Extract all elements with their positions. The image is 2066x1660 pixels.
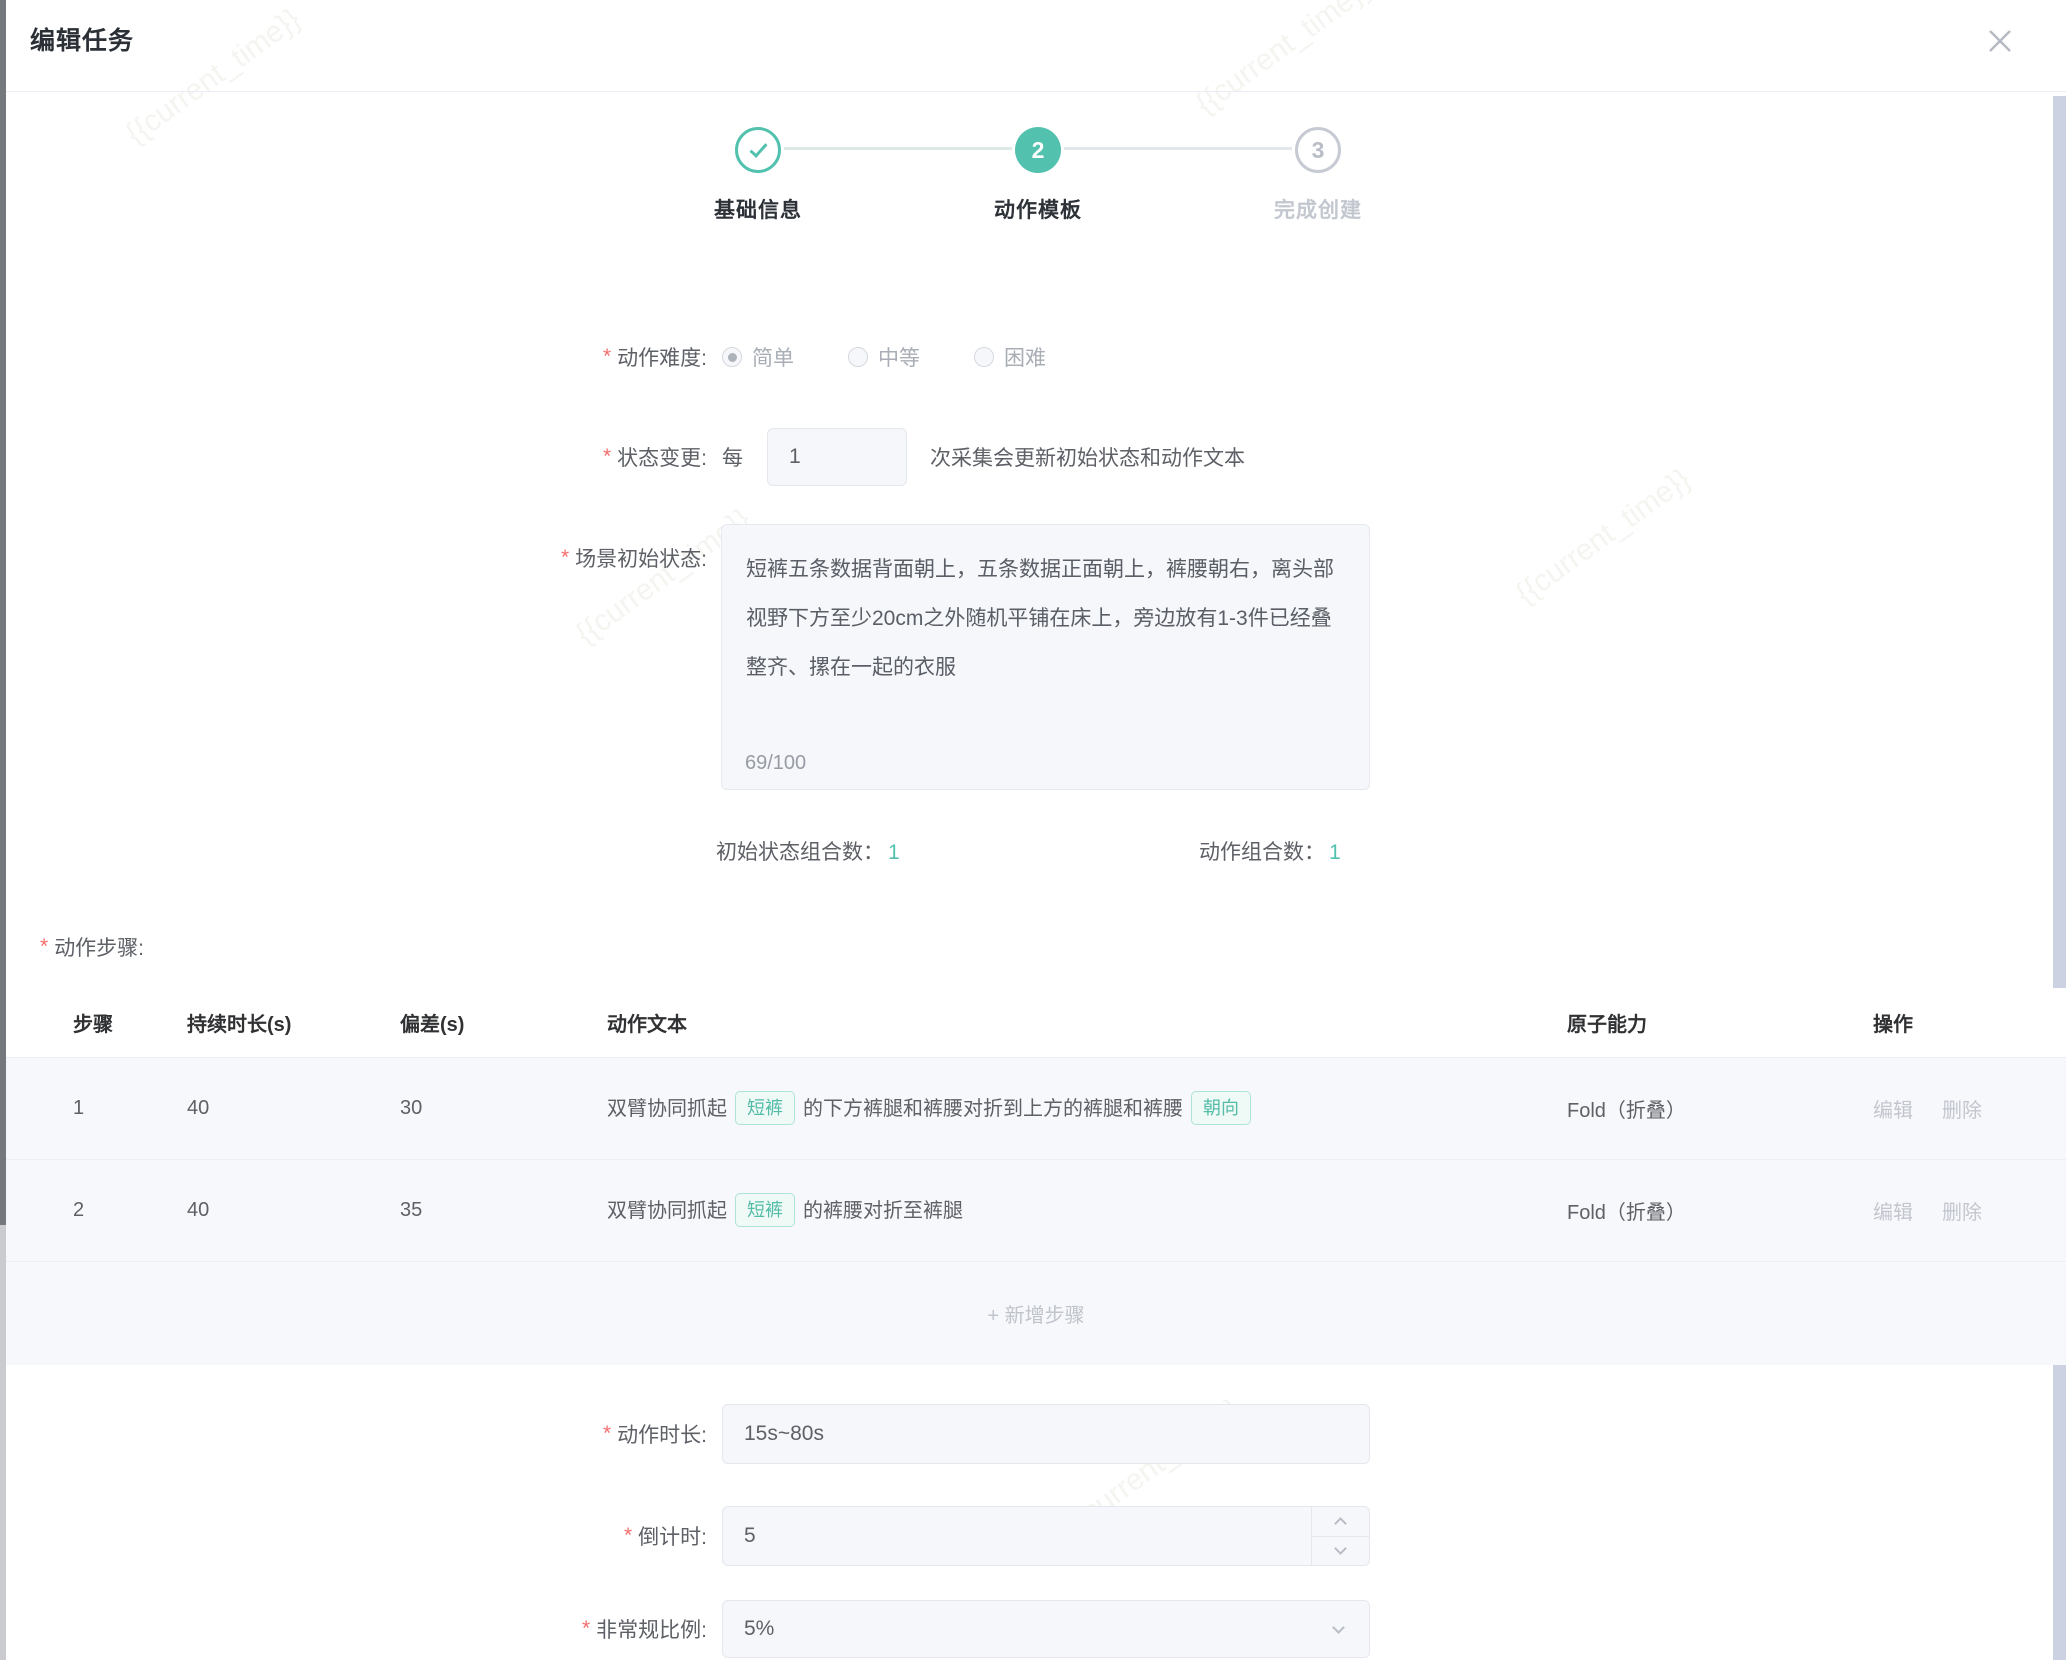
- required-asterisk: *: [40, 935, 48, 959]
- step-number: 3: [1312, 137, 1325, 164]
- orientation-tag: 朝向: [1191, 1091, 1251, 1125]
- table-row: 2 40 35 双臂协同抓起短裤的裤腰对折至裤腿 Fold（折叠） 编辑 删除: [6, 1160, 2066, 1262]
- initial-combo-value: 1: [888, 841, 900, 864]
- step-1-circle: [735, 127, 781, 173]
- edit-link[interactable]: 编辑: [1873, 1094, 1913, 1123]
- delete-link[interactable]: 删除: [1942, 1196, 1982, 1225]
- table-header-row: 步骤 持续时长(s) 偏差(s) 动作文本 原子能力 操作: [6, 988, 2066, 1058]
- chevron-up-icon: [1334, 1517, 1347, 1530]
- radio-icon: [974, 347, 994, 367]
- step-3-circle: 3: [1295, 127, 1341, 173]
- required-asterisk: *: [603, 345, 611, 369]
- check-icon: [749, 139, 767, 158]
- cell-action-text: 双臂协同抓起短裤的下方裤腿和裤腰对折到上方的裤腿和裤腰朝向: [607, 1091, 1567, 1126]
- edit-link[interactable]: 编辑: [1873, 1196, 1913, 1225]
- step-connector: [784, 147, 1012, 150]
- duration-label: * 动作时长:: [0, 1419, 707, 1449]
- action-combo-value: 1: [1329, 841, 1341, 864]
- col-header-ability: 原子能力: [1567, 1008, 1873, 1037]
- radio-icon: [848, 347, 868, 367]
- step-2-label: 动作模板: [918, 194, 1158, 224]
- chevron-down-icon: [1334, 1542, 1347, 1555]
- radio-simple[interactable]: 简单: [722, 342, 794, 372]
- cell-deviation: 35: [400, 1199, 607, 1222]
- cell-ability: Fold（折叠）: [1567, 1196, 1873, 1225]
- cell-step: 1: [73, 1097, 187, 1120]
- delete-link[interactable]: 删除: [1942, 1094, 1982, 1123]
- difficulty-label: * 动作难度:: [0, 342, 707, 372]
- action-steps-label: * 动作步骤:: [40, 932, 144, 962]
- object-tag: 短裤: [735, 1091, 795, 1125]
- add-step-button[interactable]: + 新增步骤: [6, 1262, 2066, 1365]
- required-asterisk: *: [624, 1524, 632, 1548]
- difficulty-radio-group: 简单 中等 困难: [722, 342, 1100, 372]
- char-counter: 69/100: [745, 751, 806, 775]
- col-header-duration: 持续时长(s): [187, 1008, 400, 1037]
- radio-medium[interactable]: 中等: [848, 342, 920, 372]
- cell-action-text: 双臂协同抓起短裤的裤腰对折至裤腿: [607, 1193, 1567, 1228]
- cell-ability: Fold（折叠）: [1567, 1094, 1873, 1123]
- initial-state-textarea[interactable]: 短裤五条数据背面朝上，五条数据正面朝上，裤腰朝右，离头部视野下方至少20cm之外…: [721, 524, 1370, 790]
- object-tag: 短裤: [735, 1193, 795, 1227]
- required-asterisk: *: [603, 445, 611, 469]
- radio-hard[interactable]: 困难: [974, 342, 1046, 372]
- close-icon: [1984, 25, 2016, 57]
- duration-input[interactable]: 15s~80s: [722, 1404, 1370, 1464]
- header-divider: [6, 91, 2066, 92]
- spinner-up-button[interactable]: [1312, 1507, 1369, 1537]
- number-spinner: [1311, 1507, 1369, 1565]
- required-asterisk: *: [603, 1422, 611, 1446]
- cell-deviation: 30: [400, 1097, 607, 1120]
- cell-step: 2: [73, 1199, 187, 1222]
- step-connector: [1064, 147, 1292, 150]
- step-3-label: 完成创建: [1198, 194, 1438, 224]
- step-2-circle: 2: [1015, 127, 1061, 173]
- dialog-title: 编辑任务: [30, 21, 134, 57]
- close-button[interactable]: [1981, 22, 2019, 60]
- state-change-suffix: 次采集会更新初始状态和动作文本: [930, 442, 1245, 472]
- watermark: {{current_time}}: [120, 2, 307, 151]
- ratio-label: * 非常规比例:: [0, 1614, 707, 1644]
- action-combo-count: 动作组合数：1: [1199, 836, 1341, 866]
- ratio-select[interactable]: 5%: [722, 1600, 1370, 1658]
- initial-combo-count: 初始状态组合数：1: [716, 836, 900, 866]
- chevron-down-icon: [1332, 1621, 1345, 1634]
- radio-icon: [722, 347, 742, 367]
- required-asterisk: *: [561, 546, 569, 570]
- table-row: 1 40 30 双臂协同抓起短裤的下方裤腿和裤腰对折到上方的裤腿和裤腰朝向 Fo…: [6, 1058, 2066, 1160]
- step-number: 2: [1032, 137, 1045, 164]
- state-change-label: * 状态变更:: [0, 442, 707, 472]
- cell-duration: 40: [187, 1199, 400, 1222]
- state-change-input[interactable]: 1: [767, 428, 907, 486]
- cell-actions: 编辑 删除: [1873, 1196, 2066, 1225]
- state-change-prefix: 每: [722, 442, 743, 472]
- action-steps-table: 步骤 持续时长(s) 偏差(s) 动作文本 原子能力 操作 1 40 30 双臂…: [6, 988, 2066, 1365]
- initial-state-label: * 场景初始状态:: [0, 543, 707, 573]
- spinner-down-button[interactable]: [1312, 1537, 1369, 1566]
- edit-task-dialog: {{current_time}} {{current_time}} {{curr…: [0, 0, 2066, 1660]
- cell-actions: 编辑 删除: [1873, 1094, 2066, 1123]
- required-asterisk: *: [582, 1617, 590, 1641]
- countdown-label: * 倒计时:: [0, 1521, 707, 1551]
- watermark: {{current_time}}: [1190, 0, 1377, 122]
- cell-duration: 40: [187, 1097, 400, 1120]
- col-header-actions: 操作: [1873, 1008, 2066, 1037]
- step-1-label: 基础信息: [638, 194, 878, 224]
- col-header-deviation: 偏差(s): [400, 1008, 607, 1037]
- countdown-input[interactable]: 5: [722, 1506, 1370, 1566]
- col-header-text: 动作文本: [607, 1008, 1567, 1037]
- col-header-step: 步骤: [73, 1008, 187, 1037]
